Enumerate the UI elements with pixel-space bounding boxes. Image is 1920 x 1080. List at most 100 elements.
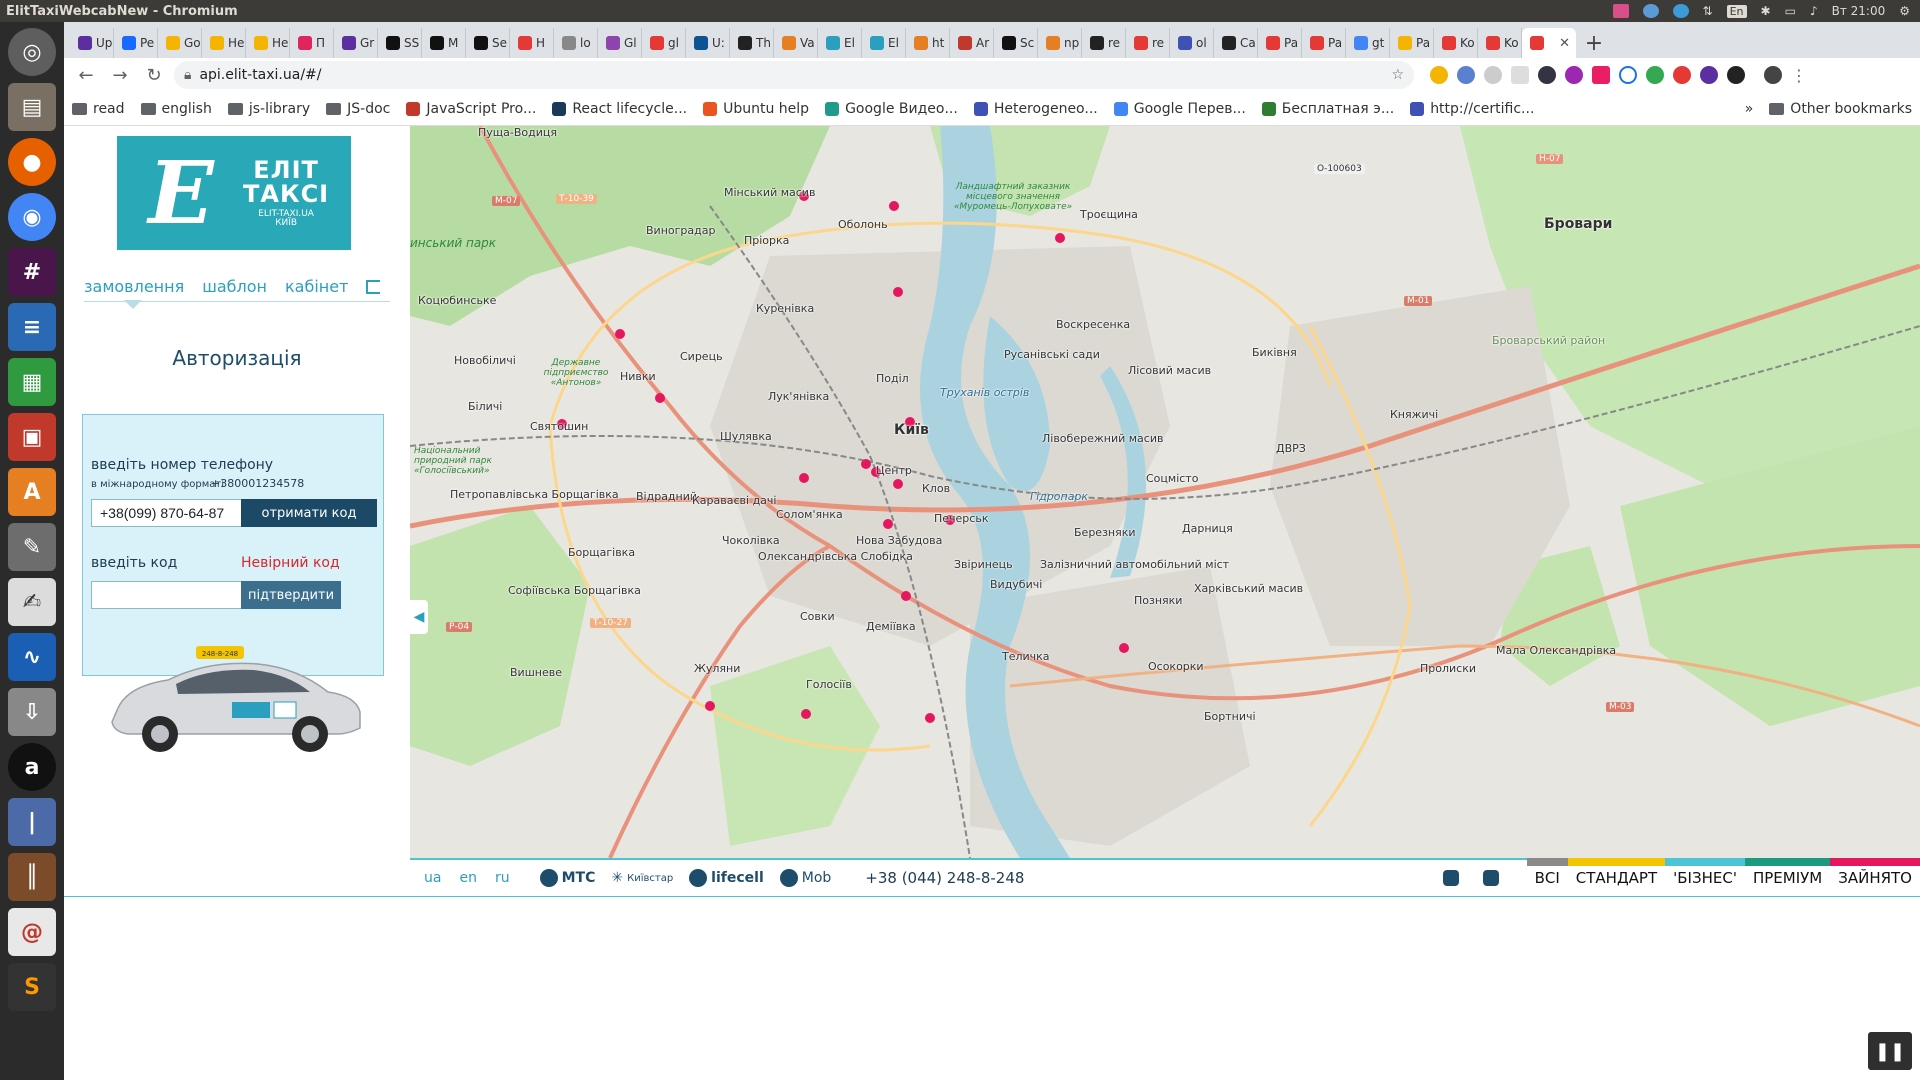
bookmark-item[interactable]: Heterogeneo... [973,101,1098,117]
sublime-icon[interactable]: S [8,963,56,1011]
extension-icon[interactable] [1511,66,1529,84]
browser-tab[interactable]: U: [686,28,730,58]
lang-ru[interactable]: ru [495,870,510,886]
browser-tab[interactable]: lo [554,28,598,58]
bookmark-item[interactable]: read [72,101,125,117]
extension-icon[interactable] [1592,66,1610,84]
volume-icon[interactable]: ♪ [1810,4,1818,18]
slack-icon[interactable]: # [8,248,56,296]
sidebar-toggle[interactable]: ◀ [410,600,428,634]
browser-tab[interactable]: M [422,28,466,58]
car-class-option[interactable]: ПРЕМІУМ [1744,858,1831,896]
settings-icon[interactable]: ✎ [8,523,56,571]
calc-icon[interactable]: ▦ [8,358,56,406]
impress-icon[interactable]: ▣ [8,413,56,461]
browser-tab[interactable]: H [510,28,554,58]
library-icon[interactable]: ║ [8,853,56,901]
bookmark-item[interactable]: http://certific... [1410,101,1534,117]
bookmark-item[interactable]: React lifecycle... [552,101,687,117]
extension-icon[interactable] [1700,66,1718,84]
app-tray-icon[interactable] [1612,4,1629,18]
clock[interactable]: Вт 21:00 [1832,4,1886,18]
mail-icon[interactable]: @ [8,908,56,956]
phone-input[interactable] [91,499,265,527]
extension-icon[interactable] [1538,66,1556,84]
city-map[interactable]: Київ Бровари Оболонь Виноградар Мінський… [410,126,1920,858]
address-bar[interactable]: 🔒︎ api.elit-taxi.ua/#/ ☆ [174,61,1414,89]
close-tab-icon[interactable]: ✕ [1559,36,1570,51]
browser-tab[interactable]: ht [906,28,950,58]
browser-tab[interactable]: El [862,28,906,58]
browser-tab[interactable]: Up [70,28,114,58]
menu-cabinet[interactable]: кабінет [285,277,348,296]
browser-tab[interactable]: re [1126,28,1170,58]
browser-tab[interactable]: He [246,28,290,58]
bookmark-item[interactable]: Ubuntu help [703,101,809,117]
new-tab-button[interactable]: + [1576,28,1612,58]
extension-icon[interactable] [1673,66,1691,84]
network-icon[interactable]: ⇅ [1703,4,1713,18]
browser-tab[interactable]: Gr [334,28,378,58]
pause-icon[interactable]: ❚❚ [1868,1032,1912,1070]
menu-template[interactable]: шаблон [202,277,267,296]
extension-icon[interactable] [1619,66,1637,84]
browser-tab[interactable]: Pe [114,28,158,58]
extension-icon[interactable] [1727,66,1745,84]
lang-ua[interactable]: ua [424,870,441,886]
car-class-option[interactable]: ВСІ [1526,858,1568,896]
bookmark-star-icon[interactable]: ☆ [1391,67,1404,83]
thermometer-icon[interactable]: | [8,798,56,846]
firefox-icon[interactable]: ● [8,138,56,186]
amazon-icon[interactable]: a [8,743,56,791]
back-button[interactable]: ← [72,61,100,89]
menu-kebab-icon[interactable]: ⋮ [1791,66,1807,85]
keyboard-layout[interactable]: En [1726,4,1747,18]
browser-tab[interactable]: Pa [1302,28,1346,58]
code-input[interactable] [91,581,265,609]
browser-tab[interactable]: Go [158,28,202,58]
browser-tab[interactable]: Ca [1214,28,1258,58]
car-class-option[interactable]: СТАНДАРТ [1567,858,1666,896]
logout-icon[interactable] [366,279,381,294]
bluetooth-icon[interactable]: ✱ [1761,4,1771,18]
extension-icon[interactable] [1484,66,1502,84]
writer-icon[interactable]: ≡ [8,303,56,351]
browser-tab[interactable]: El [818,28,862,58]
lang-en[interactable]: en [459,870,477,886]
other-bookmarks[interactable]: Other bookmarks [1769,101,1912,117]
browser-tab[interactable]: Th [730,28,774,58]
software-center-icon[interactable]: A [8,468,56,516]
browser-tab[interactable]: Pa [1258,28,1302,58]
apple-icon[interactable] [1442,870,1459,886]
bookmark-item[interactable]: Google Видео... [825,101,958,117]
bookmark-item[interactable]: Google Перев... [1113,101,1246,117]
gear-icon[interactable]: ⚙ [1899,4,1910,18]
bookmark-item[interactable]: js-library [227,101,310,117]
extension-icon[interactable] [1565,66,1583,84]
confirm-button[interactable]: підтвердити [241,581,341,609]
get-code-button[interactable]: отримати код [241,499,377,527]
browser-tab[interactable]: gl [642,28,686,58]
browser-tab[interactable]: re [1082,28,1126,58]
browser-tab[interactable]: ol [1170,28,1214,58]
browser-tab[interactable]: SS [378,28,422,58]
profile-avatar[interactable] [1764,66,1782,84]
browser-tab[interactable]: He [202,28,246,58]
elit-taxi-logo[interactable]: E ЕЛІТ ТАКСІ ELIT-TAXI.UA КИЇВ [117,136,351,250]
browser-tab[interactable]: Ko [1434,28,1478,58]
ubuntu-dash-icon[interactable]: ◎ [8,28,56,76]
browser-tab[interactable]: Ar [950,28,994,58]
browser-tab[interactable]: np [1038,28,1082,58]
chromium-icon[interactable]: ◉ [8,193,56,241]
bookmark-item[interactable]: Бесплатная э... [1261,101,1394,117]
browser-tab[interactable]: Gl [598,28,642,58]
extension-icon[interactable] [1430,66,1448,84]
bookmark-item[interactable]: JavaScript Pro... [406,101,536,117]
telegram-icon[interactable] [1672,4,1689,18]
sync-icon[interactable] [1642,4,1659,18]
bookmark-item[interactable]: JS-doc [326,101,390,117]
forward-button[interactable]: → [106,61,134,89]
browser-tab[interactable]: Se [466,28,510,58]
bookmark-item[interactable]: english [140,101,212,117]
browser-tab[interactable]: П [290,28,334,58]
